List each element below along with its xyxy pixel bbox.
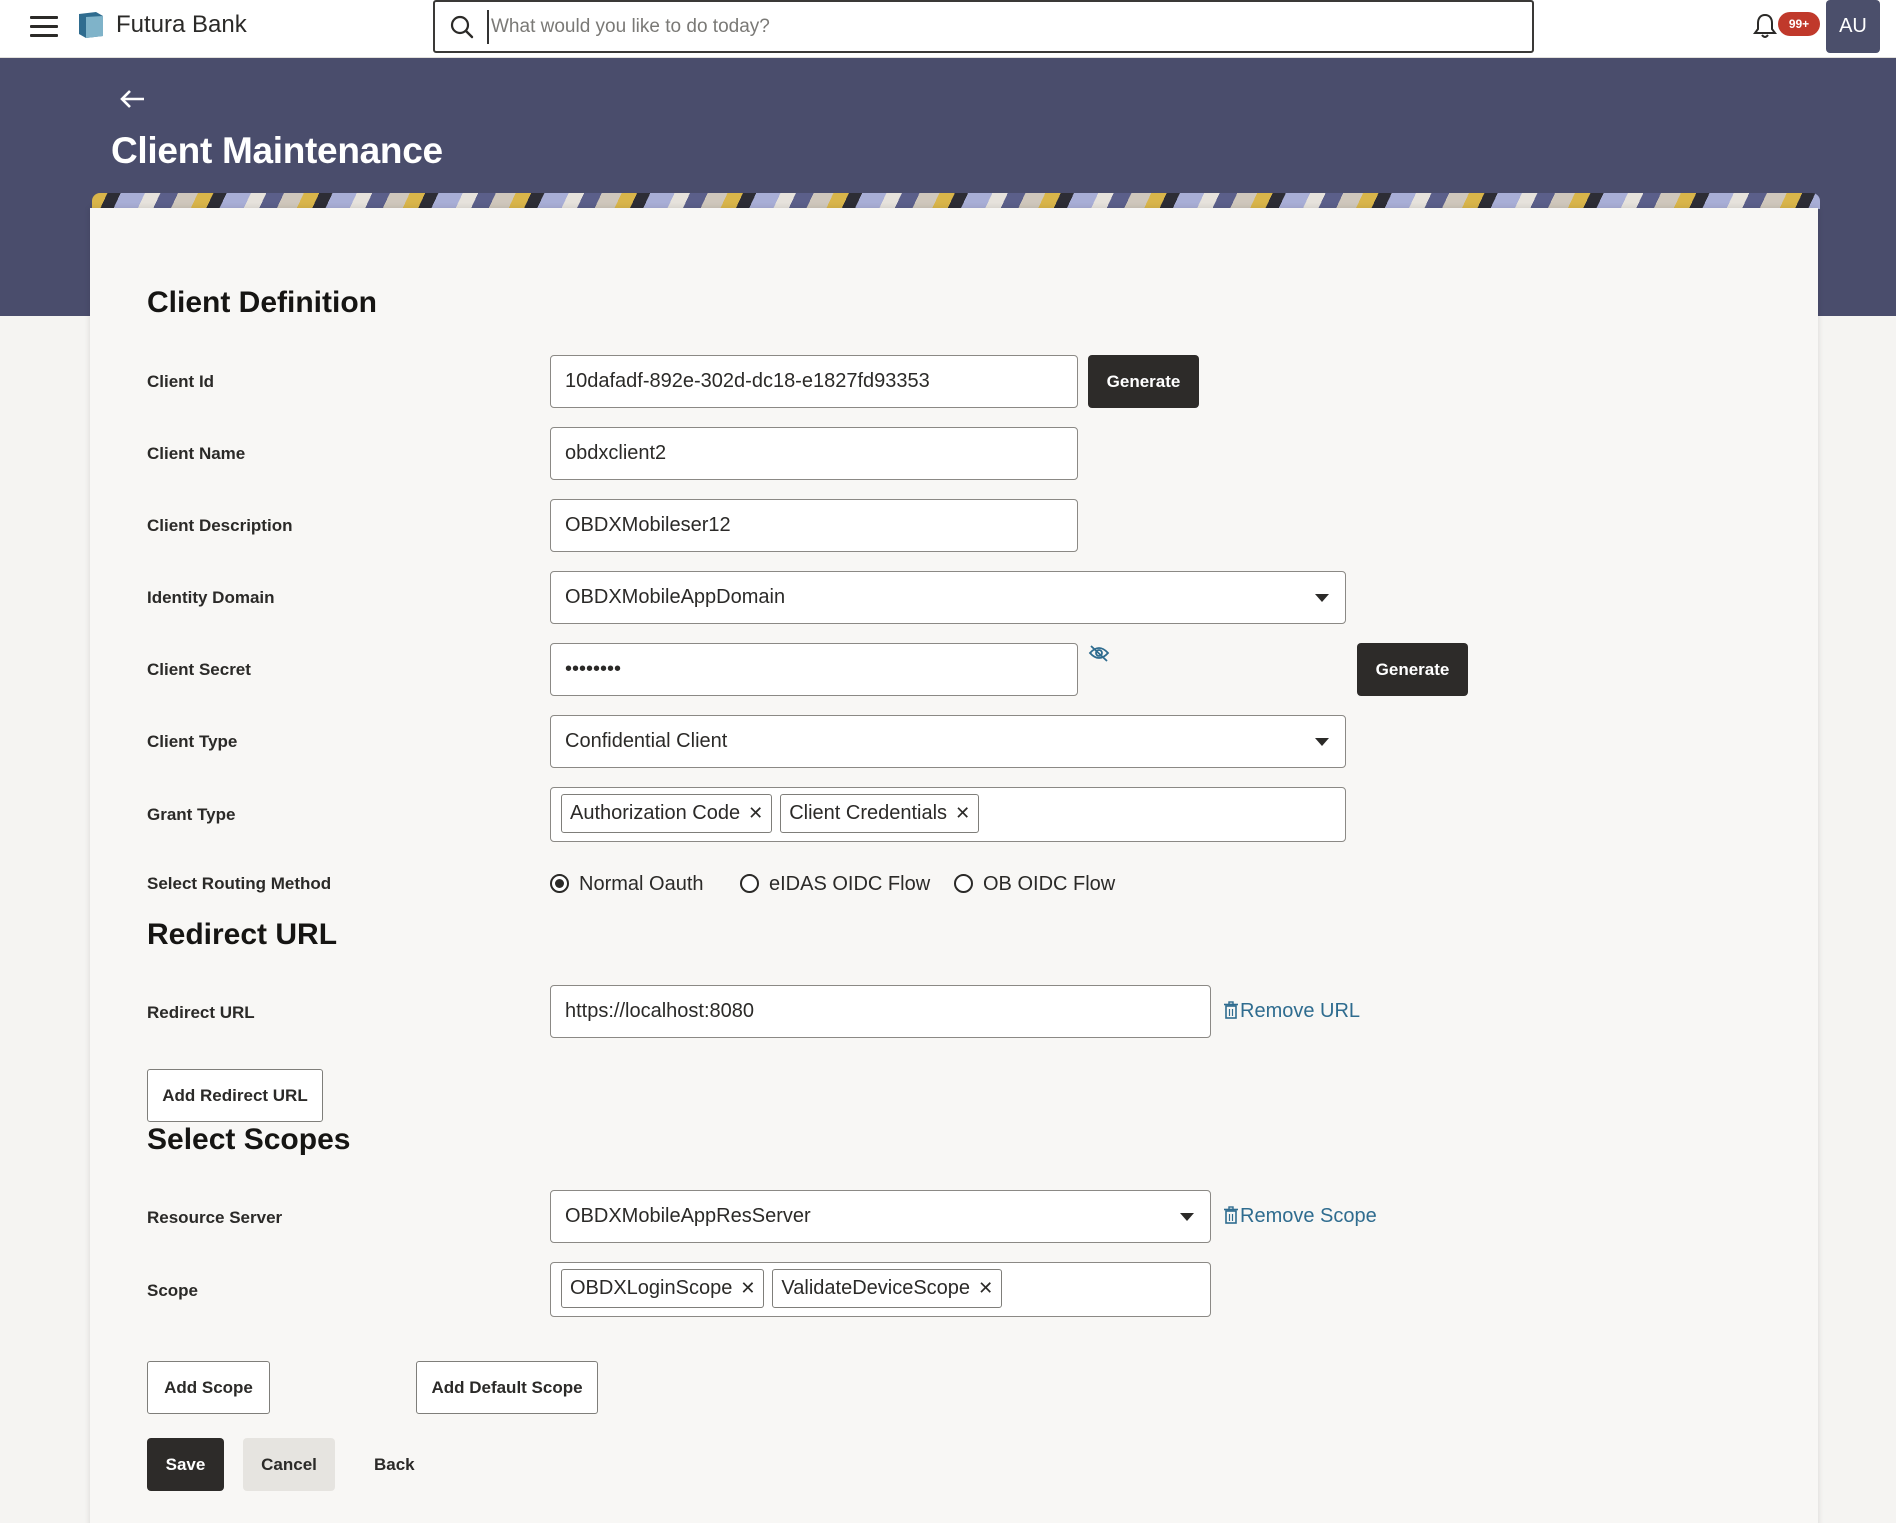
trash-icon [1224, 1206, 1238, 1224]
add-default-scope-button[interactable]: Add Default Scope [416, 1361, 598, 1414]
notification-count-badge: 99+ [1778, 12, 1820, 36]
notification-bell-icon[interactable] [1752, 12, 1778, 40]
grant-type-chip: Client Credentials ✕ [780, 794, 980, 833]
radio-label: Normal Oauth [579, 873, 704, 895]
grant-type-multiselect[interactable]: Authorization Code ✕ Client Credentials ✕ [550, 787, 1346, 842]
save-button[interactable]: Save [147, 1438, 224, 1491]
generate-client-id-button[interactable]: Generate [1088, 355, 1199, 408]
resource-server-select[interactable]: OBDXMobileAppResServer [550, 1190, 1211, 1243]
cancel-button[interactable]: Cancel [243, 1438, 335, 1491]
chevron-down-icon [1180, 1213, 1194, 1221]
scope-chip: OBDXLoginScope ✕ [561, 1269, 765, 1308]
chevron-down-icon [1315, 738, 1329, 746]
trash-icon [1224, 1001, 1238, 1019]
client-type-value: Confidential Client [565, 730, 728, 752]
hamburger-menu-icon[interactable] [30, 16, 58, 40]
hide-password-eye-icon[interactable] [1088, 644, 1110, 664]
client-name-label: Client Name [147, 444, 246, 463]
search-icon [450, 15, 474, 39]
client-description-field[interactable]: OBDXMobileser12 [550, 499, 1078, 552]
resource-server-label: Resource Server [147, 1208, 283, 1227]
redirect-url-label: Redirect URL [147, 1003, 255, 1022]
top-bar: Futura Bank 99+ AU [0, 0, 1896, 58]
resource-server-value: OBDXMobileAppResServer [565, 1205, 811, 1227]
routing-method-label: Select Routing Method [147, 874, 332, 893]
chevron-down-icon [1315, 594, 1329, 602]
remove-chip-icon[interactable]: ✕ [748, 803, 763, 823]
chip-label: ValidateDeviceScope [781, 1277, 971, 1299]
scope-chip: ValidateDeviceScope ✕ [772, 1269, 1003, 1308]
client-name-field[interactable]: obdxclient2 [550, 427, 1078, 480]
remove-chip-icon[interactable]: ✕ [955, 803, 970, 823]
remove-scope-label: Remove Scope [1240, 1205, 1377, 1227]
decorative-pattern-strip [92, 193, 1820, 209]
chip-label: Client Credentials [789, 802, 948, 824]
page-title: Client Maintenance [111, 130, 443, 171]
chip-label: Authorization Code [570, 802, 741, 824]
client-description-label: Client Description [147, 516, 293, 535]
search-input[interactable] [487, 10, 1507, 44]
remove-chip-icon[interactable]: ✕ [978, 1278, 993, 1298]
scope-multiselect[interactable]: OBDXLoginScope ✕ ValidateDeviceScope ✕ [550, 1262, 1211, 1317]
remove-url-label: Remove URL [1240, 1000, 1361, 1022]
generate-client-secret-button[interactable]: Generate [1357, 643, 1468, 696]
bank-logo-icon [79, 12, 103, 38]
user-avatar[interactable]: AU [1826, 0, 1880, 53]
grant-type-chip: Authorization Code ✕ [561, 794, 773, 833]
remove-scope-link[interactable]: Remove Scope [1223, 1205, 1377, 1228]
search-bar[interactable] [433, 0, 1534, 53]
add-scope-button[interactable]: Add Scope [147, 1361, 270, 1414]
identity-domain-select[interactable]: OBDXMobileAppDomain [550, 571, 1346, 624]
grant-type-label: Grant Type [147, 805, 236, 824]
radio-unselected-icon [740, 874, 759, 893]
client-id-field[interactable]: 10dafadf-892e-302d-dc18-e1827fd93353 [550, 355, 1078, 408]
back-arrow-icon[interactable] [118, 86, 148, 112]
chip-label: OBDXLoginScope [570, 1277, 733, 1299]
identity-domain-label: Identity Domain [147, 588, 275, 607]
client-secret-field[interactable]: •••••••• [550, 643, 1078, 696]
redirect-url-heading: Redirect URL [147, 918, 338, 951]
select-scopes-heading: Select Scopes [147, 1123, 351, 1156]
back-button[interactable]: Back [374, 1438, 415, 1491]
client-type-label: Client Type [147, 732, 238, 751]
scope-label: Scope [147, 1281, 199, 1300]
add-redirect-url-button[interactable]: Add Redirect URL [147, 1069, 323, 1122]
client-definition-heading: Client Definition [147, 286, 377, 319]
radio-label: OB OIDC Flow [983, 873, 1116, 895]
client-secret-label: Client Secret [147, 660, 251, 679]
redirect-url-field[interactable]: https://localhost:8080 [550, 985, 1211, 1038]
identity-domain-value: OBDXMobileAppDomain [565, 586, 786, 608]
radio-label: eIDAS OIDC Flow [769, 873, 931, 895]
client-id-label: Client Id [147, 372, 215, 391]
radio-unselected-icon [954, 874, 973, 893]
brand-name: Futura Bank [116, 11, 247, 38]
remove-url-link[interactable]: Remove URL [1223, 1000, 1360, 1023]
client-type-select[interactable]: Confidential Client [550, 715, 1346, 768]
radio-selected-icon [550, 874, 569, 893]
remove-chip-icon[interactable]: ✕ [740, 1278, 755, 1298]
